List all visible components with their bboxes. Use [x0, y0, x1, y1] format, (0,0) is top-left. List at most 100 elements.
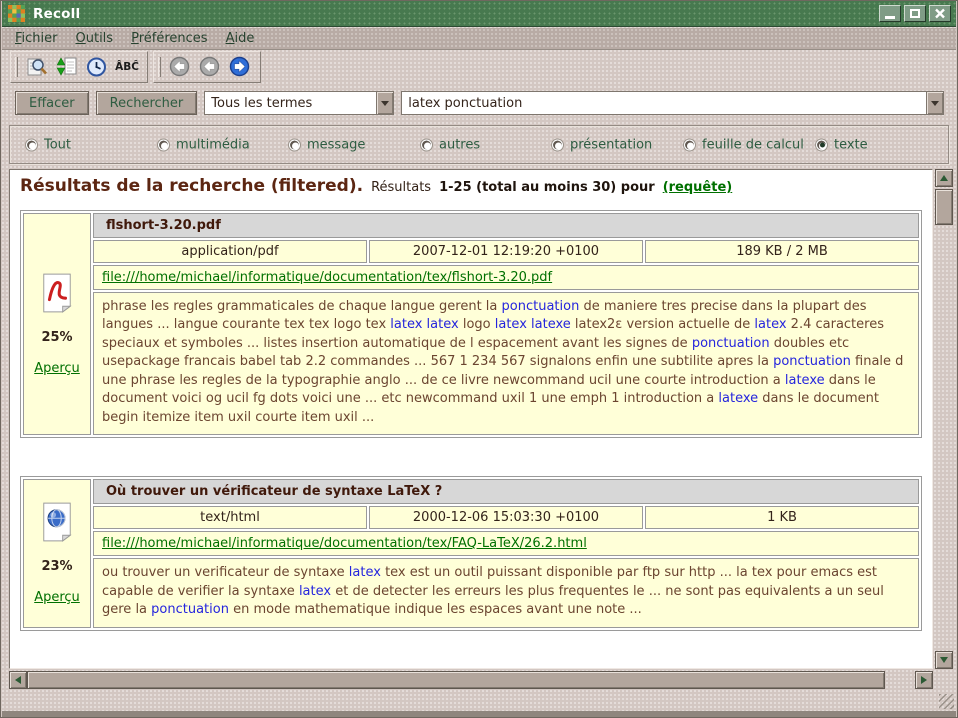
menu-bar: Fichier Outils Préférences Aide [2, 28, 956, 50]
search-mode-value: Tous les termes [205, 96, 376, 111]
result-mime: text/html [93, 506, 367, 529]
back-button-disabled[interactable] [197, 54, 223, 80]
result-size: 1 KB [645, 506, 919, 529]
vertical-scroll-thumb[interactable] [935, 189, 953, 225]
search-mode-select[interactable]: Tous les termes [204, 91, 394, 115]
arrow-right-icon [921, 676, 927, 684]
pdf-file-icon [40, 272, 74, 314]
filter-radio-presentation[interactable]: présentation [552, 137, 652, 152]
recoll-logo-icon [8, 5, 25, 22]
query-link[interactable]: (requête) [663, 180, 733, 195]
result-url-row: file:///home/michael/informatique/docume… [93, 265, 919, 290]
mode-dropdown-button[interactable] [376, 92, 393, 114]
minimize-icon [885, 16, 895, 19]
term-explorer-button[interactable]: ÂBĈ [114, 54, 140, 80]
results-list: Résultats de la recherche (filtered). Ré… [9, 169, 933, 669]
results-header: Résultats de la recherche (filtered). Ré… [20, 176, 926, 196]
back-button-disabled[interactable] [167, 54, 193, 80]
sort-arrows-document-icon [55, 55, 79, 79]
filter-radio-multimedia[interactable]: multimédia [158, 137, 250, 152]
toolbar-group-main: ÂBĈ [10, 51, 148, 83]
result-main-cell: flshort-3.20.pdf application/pdf 2007-12… [93, 213, 919, 435]
radio-icon [816, 139, 827, 150]
result-url-row: file:///home/michael/informatique/docume… [93, 531, 919, 556]
minimize-button[interactable] [879, 5, 901, 22]
category-filter-frame: Tout multimédia message autres présentat… [9, 125, 949, 164]
result-title: flshort-3.20.pdf [93, 213, 919, 238]
scroll-up-button[interactable] [935, 169, 953, 187]
preview-link[interactable]: Aperçu [34, 361, 80, 376]
result-url-link[interactable]: file:///home/michael/informatique/docume… [102, 270, 552, 285]
result-meta-row: text/html 2000-12-06 15:03:30 +0100 1 KB [93, 506, 919, 529]
radio-icon [158, 139, 169, 150]
result-entry: 25% Aperçu flshort-3.20.pdf application/… [20, 210, 922, 438]
menu-item-fichier[interactable]: Fichier [6, 29, 67, 48]
results-title: Résultats de la recherche (filtered). [20, 176, 363, 196]
close-icon [934, 8, 946, 19]
radio-icon [26, 139, 37, 150]
result-title: Où trouver un vérificateur de syntaxe La… [93, 479, 919, 504]
recoll-window: Recoll Fichier Outils Préférences Aide [0, 0, 958, 718]
title-bar[interactable]: Recoll [2, 1, 956, 27]
scroll-left-button[interactable] [9, 671, 27, 689]
relevance-percent: 23% [41, 559, 72, 574]
magnifier-document-icon [25, 55, 49, 79]
search-controls: Effacer Rechercher Tous les termes latex… [15, 91, 944, 115]
arrow-left-icon [15, 676, 21, 684]
filter-radio-autres[interactable]: autres [421, 137, 480, 152]
chevron-down-icon [381, 101, 389, 106]
result-url-link[interactable]: file:///home/michael/informatique/docume… [102, 536, 587, 551]
result-meta-row: application/pdf 2007-12-01 12:19:20 +010… [93, 240, 919, 263]
maximize-button[interactable] [904, 5, 926, 22]
result-side-cell: 23% Aperçu [23, 479, 91, 627]
chevron-down-icon [931, 101, 939, 106]
close-button[interactable] [929, 5, 951, 22]
resize-grip[interactable] [939, 694, 954, 709]
toolbar-handle[interactable] [158, 57, 161, 77]
filter-radio-message[interactable]: message [289, 137, 365, 152]
filter-radio-tout[interactable]: Tout [26, 137, 71, 152]
toolbar: ÂBĈ [2, 51, 261, 83]
query-input[interactable]: latex ponctuation [401, 91, 944, 115]
forward-button[interactable] [227, 54, 253, 80]
html-file-icon [40, 501, 74, 543]
scroll-right-button[interactable] [915, 671, 933, 689]
menu-item-aide[interactable]: Aide [217, 29, 264, 48]
forward-arrow-icon [228, 55, 252, 79]
back-arrow-icon [168, 55, 192, 79]
clear-button[interactable]: Effacer [15, 91, 89, 115]
query-value: latex ponctuation [402, 96, 926, 111]
maximize-icon [910, 9, 920, 18]
sort-document-button[interactable] [54, 54, 80, 80]
arrow-down-icon [940, 657, 948, 663]
radio-icon [684, 139, 695, 150]
scroll-down-button[interactable] [935, 651, 953, 669]
menu-item-outils[interactable]: Outils [67, 29, 123, 48]
result-main-cell: Où trouver un vérificateur de syntaxe La… [93, 479, 919, 627]
history-button[interactable] [84, 54, 110, 80]
radio-icon [421, 139, 432, 150]
search-button[interactable]: Rechercher [96, 91, 198, 115]
result-side-cell: 25% Aperçu [23, 213, 91, 435]
query-dropdown-button[interactable] [926, 92, 943, 114]
status-bar [2, 711, 956, 717]
result-entry: 23% Aperçu Où trouver un vérificateur de… [20, 476, 922, 630]
filter-radio-feuille-de-calcul[interactable]: feuille de calcul [684, 137, 804, 152]
results-range: 1-25 (total au moins 30) pour [439, 180, 655, 195]
result-date: 2000-12-06 15:03:30 +0100 [369, 506, 643, 529]
toolbar-group-navigation [153, 51, 261, 83]
window-title: Recoll [33, 6, 80, 22]
clock-icon [85, 55, 109, 79]
vertical-scrollbar[interactable] [935, 169, 951, 669]
result-snippet: ou trouver un verificateur de syntaxe la… [93, 558, 919, 627]
preview-link[interactable]: Aperçu [34, 590, 80, 605]
filter-radio-texte[interactable]: texte [816, 137, 868, 152]
horizontal-scroll-thumb[interactable] [27, 671, 885, 689]
menu-item-preferences[interactable]: Préférences [122, 29, 216, 48]
result-mime: application/pdf [93, 240, 367, 263]
results-panel: Résultats de la recherche (filtered). Ré… [9, 169, 951, 687]
document-preview-button[interactable] [24, 54, 50, 80]
result-size: 189 KB / 2 MB [645, 240, 919, 263]
toolbar-handle[interactable] [15, 57, 18, 77]
horizontal-scrollbar[interactable] [9, 671, 933, 687]
